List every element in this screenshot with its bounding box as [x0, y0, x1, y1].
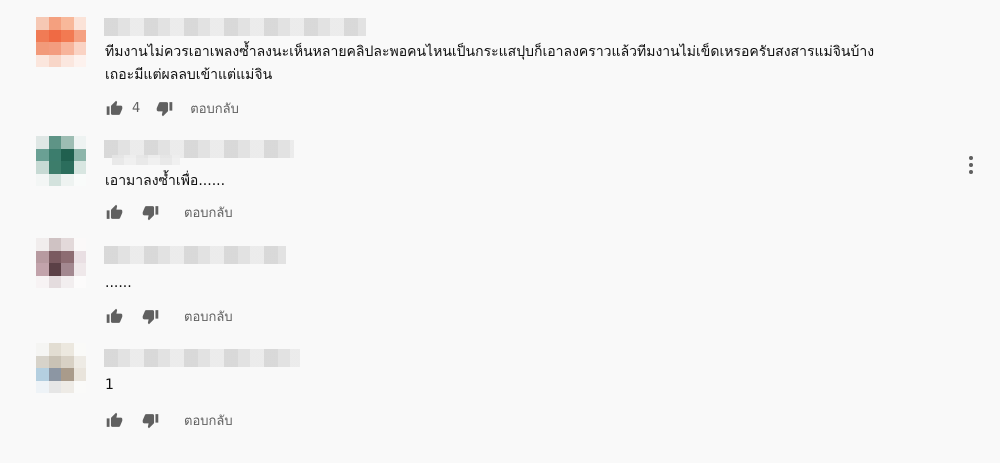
author-name-blur — [112, 155, 180, 165]
avatar[interactable] — [36, 136, 86, 186]
thumb-up-icon[interactable] — [104, 98, 124, 118]
comment-text-line: เอามาลงซ้ำเพื่อ...... — [105, 173, 226, 189]
comment-actions: ตอบกลับ — [104, 304, 233, 328]
reply-button[interactable]: ตอบกลับ — [184, 306, 233, 327]
reply-button[interactable]: ตอบกลับ — [184, 410, 233, 431]
comment-text-line: เถอะมีแต่ผลลบเข้าแต่แม่จิน — [105, 67, 273, 83]
comment-actions: 4 ตอบกลับ — [104, 96, 239, 120]
comment-text: 1 — [105, 374, 114, 397]
comment-text: เอามาลงซ้ำเพื่อ...... — [105, 170, 225, 193]
comment-text-line: ...... — [105, 275, 132, 291]
avatar[interactable] — [36, 343, 86, 393]
thumb-down-icon[interactable] — [140, 306, 160, 326]
reply-button[interactable]: ตอบกลับ — [190, 98, 239, 119]
reply-button[interactable]: ตอบกลับ — [184, 202, 233, 223]
thumb-up-icon[interactable] — [104, 410, 124, 430]
more-vertical-icon[interactable] — [962, 153, 980, 177]
thumb-down-icon[interactable] — [154, 98, 174, 118]
avatar[interactable] — [36, 238, 86, 288]
author-name[interactable] — [104, 246, 286, 264]
comment-text-line: ทีมงานไม่ควรเอาเพลงซ้ำลงนะเห็นหลายคลิปละ… — [105, 44, 875, 60]
comment-actions: ตอบกลับ — [104, 200, 233, 224]
thumb-down-icon[interactable] — [140, 410, 160, 430]
thumb-up-icon[interactable] — [104, 306, 124, 326]
like-count: 4 — [132, 100, 141, 116]
thumb-down-icon[interactable] — [140, 202, 160, 222]
avatar[interactable] — [36, 17, 86, 67]
comment-text: ...... — [105, 272, 132, 295]
comment-text: ทีมงานไม่ควรเอาเพลงซ้ำลงนะเห็นหลายคลิปละ… — [105, 41, 874, 87]
comment-actions: ตอบกลับ — [104, 408, 233, 432]
author-name[interactable] — [104, 349, 300, 367]
thumb-up-icon[interactable] — [104, 202, 124, 222]
comment-text-line: 1 — [105, 377, 114, 393]
author-name[interactable] — [104, 18, 366, 36]
